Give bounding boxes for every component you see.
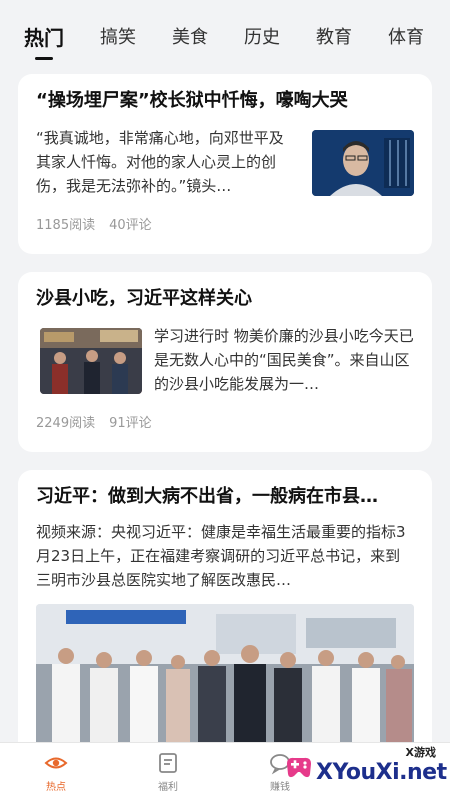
read-count: 2249阅读 — [36, 416, 96, 431]
article-meta: 2249阅读 91评论 — [36, 412, 414, 431]
nav-welfare[interactable]: 福利 — [112, 743, 224, 800]
article-snippet: 学习进行时 物美价廉的沙县小吃今天已是无数人心中的“国民美食”。来自山区的沙县小… — [154, 327, 414, 393]
tab-education[interactable]: 教育 — [316, 18, 352, 58]
tab-sports[interactable]: 体育 — [388, 18, 424, 58]
article-card[interactable]: “操场埋尸案”校长狱中忏悔，嚎啕大哭 “我真诚地，非常痛心地，向邓世平及其家人忏… — [18, 74, 432, 254]
chat-icon — [270, 754, 290, 775]
article-title: “操场埋尸案”校长狱中忏悔，嚎啕大哭 — [36, 90, 348, 111]
read-count: 1185阅读 — [36, 218, 96, 233]
article-thumbnail — [40, 328, 142, 394]
tab-hot[interactable]: 热门 — [24, 18, 64, 58]
eye-icon — [44, 757, 68, 769]
document-icon — [159, 753, 177, 773]
category-tabs: 热门 搞笑 美食 历史 教育 体育 — [0, 0, 450, 64]
article-title: 习近平：做到大病不出省，一般病在市县… — [36, 486, 378, 507]
tab-food[interactable]: 美食 — [172, 18, 208, 58]
tab-history[interactable]: 历史 — [244, 18, 280, 58]
article-meta: 1185阅读 40评论 — [36, 214, 414, 233]
article-snippet: “我真诚地，非常痛心地，向邓世平及其家人忏悔。对他的家人心灵上的创伤，我是无法弥… — [36, 129, 284, 195]
article-title: 沙县小吃，习近平这样关心 — [36, 288, 252, 309]
article-card[interactable]: 习近平：做到大病不出省，一般病在市县… 视频来源：央视习近平：健康是幸福生活最重… — [18, 470, 432, 770]
nav-label: 福利 — [158, 782, 178, 793]
nav-label: 赚钱 — [270, 782, 290, 793]
article-photo — [36, 604, 414, 754]
nav-earn[interactable]: 赚钱 — [224, 743, 336, 800]
nav-hot[interactable]: 热点 — [0, 743, 112, 800]
article-card[interactable]: 沙县小吃，习近平这样关心 学习进行时 物美价廉的沙县小吃今天已是无数人心中的“国… — [18, 272, 432, 452]
nav-label: 热点 — [46, 782, 66, 793]
article-snippet: 视频来源：央视习近平：健康是幸福生活最重要的指标3月23日上午，正在福建考察调研… — [36, 523, 406, 589]
article-thumbnail — [312, 130, 414, 196]
comment-count: 40评论 — [109, 218, 152, 233]
comment-count: 91评论 — [109, 416, 152, 431]
tab-funny[interactable]: 搞笑 — [100, 18, 136, 58]
bottom-nav: 热点 福利 赚钱 — [0, 742, 450, 800]
